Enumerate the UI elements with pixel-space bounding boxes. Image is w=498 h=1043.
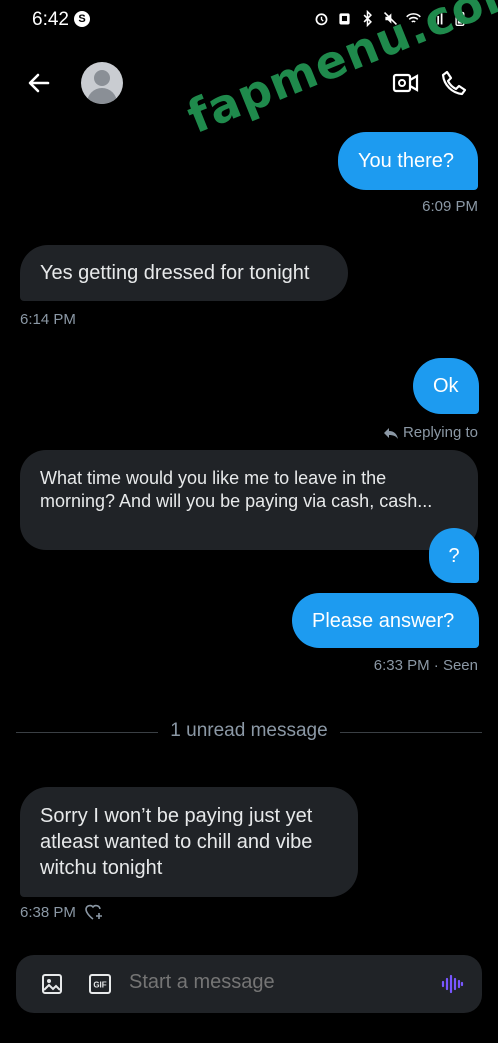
- message-timestamp: 6:09 PM: [422, 198, 478, 215]
- voice-message-icon[interactable]: [440, 972, 464, 996]
- sent-message-bubble[interactable]: Please answer?: [292, 593, 479, 648]
- received-message-bubble[interactable]: Sorry I won’t be paying just yet atleast…: [20, 787, 358, 897]
- message-text: Yes getting dressed for tonight: [40, 262, 310, 284]
- sent-message-bubble[interactable]: ?: [429, 528, 479, 583]
- sent-message-bubble[interactable]: You there?: [338, 132, 478, 190]
- gif-icon[interactable]: GIF: [88, 972, 112, 996]
- add-reaction-heart-icon[interactable]: [84, 903, 104, 921]
- message-timestamp: 6:14 PM: [20, 311, 76, 328]
- quoted-message-text: What time would you like me to leave in …: [40, 468, 433, 511]
- message-text: ?: [448, 544, 460, 567]
- unread-divider: 1 unread message: [170, 720, 328, 741]
- reply-icon: [383, 427, 398, 439]
- arrow-left-icon[interactable]: [24, 68, 54, 98]
- message-composer: GIF: [16, 955, 482, 1013]
- replying-to-label: Replying to: [383, 424, 478, 441]
- image-icon[interactable]: [40, 972, 64, 996]
- message-text: Sorry I won’t be paying just yet atleast…: [40, 805, 313, 879]
- quoted-message-bubble[interactable]: What time would you like me to leave in …: [20, 450, 478, 550]
- phone-icon[interactable]: [440, 69, 468, 97]
- avatar[interactable]: [81, 62, 123, 104]
- message-text: Please answer?: [312, 609, 455, 632]
- message-input[interactable]: [129, 971, 419, 994]
- alarm-icon: [315, 13, 328, 26]
- received-message-bubble[interactable]: Yes getting dressed for tonight: [20, 245, 348, 301]
- system-nav-bar: [0, 1033, 498, 1043]
- svg-text:GIF: GIF: [93, 981, 106, 990]
- message-meta-row: 6:38 PM: [20, 903, 104, 921]
- message-text: Ok: [433, 375, 459, 397]
- message-timestamp: 6:33 PM · Seen: [373, 657, 478, 674]
- status-time: 6:42: [32, 9, 69, 30]
- message-text: You there?: [358, 150, 455, 172]
- video-icon[interactable]: [392, 69, 420, 97]
- sent-message-bubble[interactable]: Ok: [413, 358, 479, 414]
- app-notification-icon: S: [74, 11, 90, 27]
- message-timestamp: 6:38 PM: [20, 903, 76, 921]
